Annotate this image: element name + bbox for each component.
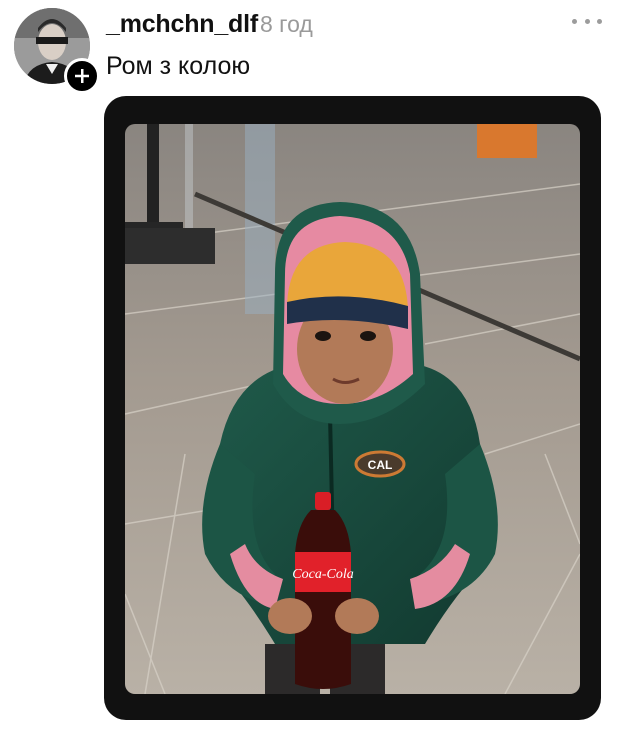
bottle-label-text: Coca-Cola — [292, 567, 353, 582]
more-dots-icon[interactable] — [572, 12, 602, 30]
post-image[interactable]: CAL Coca-Cola — [125, 124, 580, 694]
post-time: 8 год — [260, 11, 313, 37]
plus-icon — [75, 69, 89, 83]
jacket-badge-text: CAL — [368, 458, 393, 472]
username[interactable]: _mchchn_dlf — [106, 10, 258, 39]
follow-button[interactable] — [64, 58, 100, 94]
post-caption: Ром з колою — [106, 52, 251, 80]
